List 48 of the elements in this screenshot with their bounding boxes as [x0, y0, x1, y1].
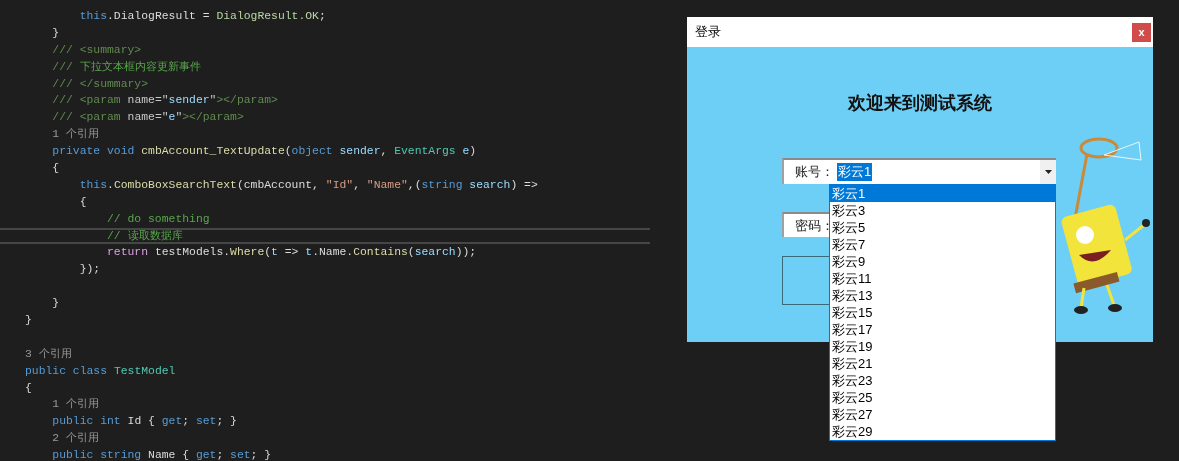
code-line: 1 个引用: [51, 127, 99, 143]
dropdown-option[interactable]: 彩云3: [830, 202, 1055, 219]
code-line: public int Id { get; set; }: [51, 414, 237, 430]
code-line: 1 个引用: [51, 397, 99, 413]
code-line: 3 个引用: [25, 346, 72, 362]
account-combobox[interactable]: 账号： 彩云1: [782, 158, 1056, 184]
dropdown-option[interactable]: 彩云19: [830, 338, 1055, 355]
code-line: }: [51, 296, 60, 312]
dropdown-button[interactable]: [1040, 160, 1056, 184]
code-line: public string Name { get; set; }: [51, 448, 272, 461]
code-line: }: [25, 313, 32, 329]
dropdown-option[interactable]: 彩云25: [830, 389, 1055, 406]
code-line: this.ComboBoxSearchText(cmbAccount, "Id", "Name",(string search) =>: [78, 177, 538, 193]
dropdown-arrow-icon[interactable]: [1044, 170, 1052, 174]
code-line: {: [78, 194, 87, 210]
dropdown-option[interactable]: 彩云11: [830, 270, 1055, 287]
code-line: // 读取数据库: [0, 227, 650, 245]
dropdown-option[interactable]: 彩云17: [830, 321, 1055, 338]
code-line: this.DialogResult = DialogResult.OK;: [78, 9, 326, 24]
code-line: 2 个引用: [51, 431, 99, 447]
code-line: });: [78, 262, 101, 278]
dropdown-option[interactable]: 彩云21: [830, 355, 1055, 372]
code-line: /// <param name="e"></param>: [51, 110, 244, 126]
welcome-heading: 欢迎来到测试系统: [846, 92, 993, 115]
dropdown-option[interactable]: 彩云7: [830, 236, 1055, 253]
dropdown-option[interactable]: 彩云9: [830, 253, 1055, 270]
code-line: /// 下拉文本框内容更新事件: [51, 59, 201, 75]
dropdown-option[interactable]: 彩云27: [830, 406, 1055, 423]
code-line: {: [25, 380, 32, 396]
account-label: 账号：: [794, 163, 834, 181]
code-line: private void cmbAccount_TextUpdate(object sender, EventArgs e): [51, 144, 477, 160]
code-line: /// <param name="sender"></param>: [51, 93, 278, 109]
code-line: // do something: [106, 211, 210, 227]
code-line: /// </summary>: [51, 76, 149, 92]
window-title: 登录: [695, 23, 721, 41]
dropdown-option[interactable]: 彩云13: [830, 287, 1055, 304]
code-line: }: [51, 25, 60, 41]
account-value: 彩云1: [837, 163, 873, 181]
dropdown-option[interactable]: 彩云5: [830, 219, 1055, 236]
code-line: /// <summary>: [51, 42, 142, 58]
code-line: {: [51, 161, 60, 176]
close-button[interactable]: x: [1132, 22, 1151, 42]
dropdown-option[interactable]: 彩云29: [830, 423, 1055, 440]
dropdown-option[interactable]: 彩云1: [830, 185, 1055, 202]
dropdown-option[interactable]: 彩云15: [830, 304, 1055, 321]
dropdown-option[interactable]: 彩云23: [830, 372, 1055, 389]
code-line: return testModels.Where(t => t.Name.Contains(search));: [106, 245, 477, 261]
code-line: public class TestModel: [25, 363, 176, 379]
